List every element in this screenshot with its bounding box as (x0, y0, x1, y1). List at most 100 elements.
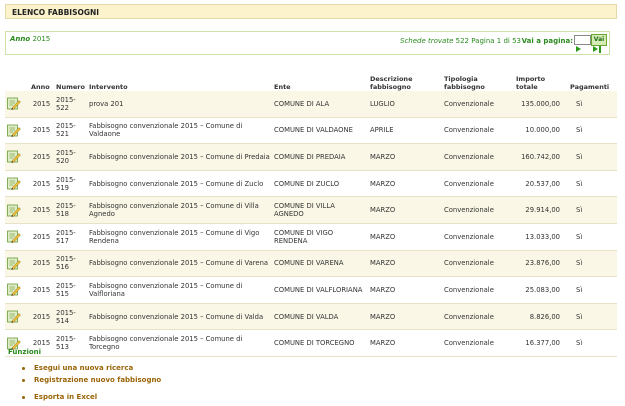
goto-page-button[interactable]: Vai (591, 34, 607, 46)
cell-numero: 2015-519 (56, 175, 76, 192)
edit-document-icon[interactable] (7, 124, 21, 137)
cell-ente: COMUNE DI VALFLORIANA (274, 285, 363, 294)
cell-tipologia: Convenzionale (442, 143, 514, 171)
cell-descrizione: MARZO (368, 143, 442, 171)
column-header[interactable]: Anno (29, 70, 54, 91)
edit-document-icon[interactable] (7, 177, 21, 190)
row-action-cell (5, 91, 29, 118)
cell-anno: 2015 (29, 91, 54, 118)
cell-intervento: Fabbisogno convenzionale 2015 – Comune d… (87, 143, 272, 171)
cell-intervento: Fabbisogno convenzionale 2015 – Comune d… (89, 179, 264, 188)
column-header-action (5, 70, 29, 91)
cell-intervento: Fabbisogno convenzionale 2015 – Comune d… (87, 196, 272, 224)
cell-numero: 2015-516 (54, 250, 87, 277)
cell-numero: 2015-517 (56, 228, 76, 245)
table-row: 2015 2015-519 Fabbisogno convenzionale 201… (5, 170, 617, 197)
row-action-cell (5, 196, 29, 224)
column-header[interactable]: Tipologia fabbisogno (442, 70, 514, 91)
cell-anno: 2015 (32, 232, 51, 241)
edit-document-icon[interactable] (7, 97, 21, 111)
cell-numero: 2015-515 (56, 281, 76, 298)
column-header[interactable]: Intervento (87, 70, 272, 91)
cell-ente: COMUNE DI VIGO RENDENA (274, 228, 334, 245)
cell-importo: 23.876,00 (514, 250, 568, 277)
export-excel-link[interactable]: Esporta in Excel (22, 391, 161, 403)
column-header[interactable]: Ente (272, 70, 368, 91)
edit-document-icon[interactable] (7, 257, 21, 270)
cell-descrizione: MARZO (370, 179, 396, 188)
row-action-cell (5, 250, 29, 277)
cell-importo: 10.000,00 (525, 126, 560, 135)
funzioni-title: Funzioni (8, 348, 42, 356)
new-fabbisogno-link[interactable]: Registrazione nuovo fabbisogno (22, 374, 161, 386)
edit-document-icon[interactable] (7, 204, 21, 217)
table-row: 2015 2015-521 Fabbisogno convenzionale 201… (5, 117, 617, 144)
cell-anno: 2015 (29, 250, 54, 277)
cell-tipologia: Convenzionale (442, 250, 514, 277)
cell-anno: 2015 (29, 143, 54, 171)
cell-importo: 13.033,00 (525, 232, 560, 241)
cell-anno: 2015 (29, 303, 54, 330)
cell-intervento: Fabbisogno convenzionale 2015 – Comune d… (89, 281, 243, 298)
cell-importo: 16.377,00 (525, 339, 560, 348)
edit-document-icon[interactable] (7, 150, 21, 164)
cell-intervento: Fabbisogno convenzionale 2015 – Comune d… (89, 335, 243, 352)
cell-descrizione: MARZO (368, 303, 442, 330)
cell-pagamenti: Sì (568, 143, 617, 171)
cell-pagamenti: Sì (568, 196, 617, 224)
column-header[interactable]: Pagamenti (568, 70, 617, 91)
cell-ente: COMUNE DI VARENA (272, 250, 368, 277)
cell-pagamenti: Sì (576, 232, 583, 241)
cell-numero: 2015-513 (56, 335, 76, 352)
table-header-row: Anno Numero Intervento Ente Descrizione … (5, 70, 617, 91)
table-row: 2015 2015-517 Fabbisogno convenzionale 201… (5, 223, 617, 251)
edit-document-icon[interactable] (7, 230, 21, 244)
edit-document-icon[interactable] (7, 310, 21, 323)
cell-numero: 2015-522 (54, 91, 87, 118)
fabbisogni-table: Anno Numero Intervento Ente Descrizione … (5, 70, 617, 357)
row-action-cell (5, 223, 29, 250)
cell-intervento: Fabbisogno convenzionale 2015 – Comune d… (89, 228, 260, 245)
row-action-cell (5, 277, 29, 304)
edit-document-icon[interactable] (7, 283, 21, 297)
cell-tipologia: Convenzionale (442, 303, 514, 330)
last-page-icon[interactable] (593, 46, 601, 53)
column-header[interactable]: Numero (54, 70, 87, 91)
cell-descrizione: APRILE (370, 126, 394, 135)
cell-pagamenti: Sì (576, 285, 583, 294)
cell-ente: COMUNE DI VILLA AGNEDO (272, 196, 368, 224)
cell-importo: 135.000,00 (514, 91, 568, 118)
new-search-link[interactable]: Esegui una nuova ricerca (22, 362, 161, 374)
cell-tipologia: Convenzionale (444, 179, 494, 188)
column-header[interactable]: Importo totale (514, 70, 568, 91)
next-page-icon[interactable] (576, 46, 581, 52)
cell-importo: 8.826,00 (514, 303, 568, 330)
row-action-cell (5, 303, 29, 330)
cell-intervento: Fabbisogno convenzionale 2015 – Comune d… (87, 250, 272, 277)
table-row: 2015 2015-516 Fabbisogno convenzionale 201… (5, 250, 617, 277)
cell-numero: 2015-520 (54, 143, 87, 171)
row-action-cell (5, 143, 29, 171)
anno-label: Anno (10, 35, 31, 43)
cell-numero: 2015-521 (56, 122, 76, 139)
cell-ente: COMUNE DI PREDAIA (272, 143, 368, 171)
anno-filter: Anno 2015 (10, 35, 50, 43)
table-row: 2015 2015-518 Fabbisogno convenzionale 201… (5, 196, 617, 224)
schede-count: 522 (455, 37, 470, 45)
table-row: 2015 2015-514 Fabbisogno convenzionale 201… (5, 303, 617, 330)
cell-descrizione: MARZO (370, 339, 396, 348)
cell-ente: COMUNE DI VALDA (272, 303, 368, 330)
goto-page-input[interactable] (574, 35, 591, 45)
cell-ente: COMUNE DI VALDAONE (274, 126, 353, 135)
results-count: Schede trovate 522 Pagina 1 di 53 (400, 37, 521, 45)
row-action-cell (5, 117, 29, 144)
cell-intervento: Fabbisogno convenzionale 2015 – Comune d… (87, 303, 272, 330)
cell-importo: 20.537,00 (525, 179, 560, 188)
cell-importo: 29.914,00 (514, 196, 568, 224)
cell-pagamenti: Sì (576, 126, 583, 135)
cell-pagamenti: Sì (568, 250, 617, 277)
cell-importo: 25.083,00 (525, 285, 560, 294)
cell-ente: COMUNE DI ZUCLO (274, 179, 340, 188)
column-header[interactable]: Descrizione fabbisogno (368, 70, 442, 91)
table-row: 2015 2015-522 prova 201 COMUNE DI ALA LUGLIO… (5, 91, 617, 118)
